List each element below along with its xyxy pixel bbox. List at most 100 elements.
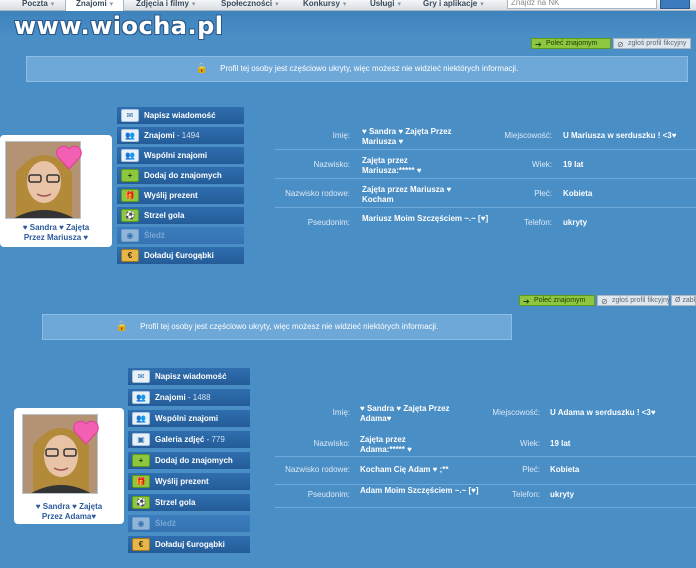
top-navigation: Poczta ▾ Znajomi ▾ Zdjęcia i filmy ▾ Społec… <box>0 0 696 12</box>
label-telefon: Telefon: <box>511 490 540 499</box>
value-nazwisko-rodowe: Zajęta przez Mariusza ♥ Kocham <box>362 185 452 204</box>
tab-label: Gry i aplikacje <box>423 0 478 8</box>
lock-icon: 🔒 <box>195 63 209 74</box>
tab-poczta[interactable]: Poczta ▾ <box>22 0 54 11</box>
tab-konkursy[interactable]: Konkursy ▾ <box>303 0 346 11</box>
menu-label: Galeria zdjęć <box>155 435 205 444</box>
menu-mutual-friends[interactable]: 👥 Wspólni znajomi <box>117 147 244 165</box>
menu-label: Doładuj €urogąbki <box>144 251 214 260</box>
menu-mutual-friends[interactable]: 👥 Wspólni znajomi <box>128 410 250 428</box>
lock-icon: 🔒 <box>115 321 129 332</box>
people-icon: 👥 <box>121 129 139 142</box>
button-label: Poleć znajomym <box>546 40 598 47</box>
people-icon: 👥 <box>121 149 139 162</box>
value-plec: Kobieta <box>550 465 580 474</box>
menu-score-goal[interactable]: ⚽ Strzel gola <box>117 207 244 225</box>
follow-icon: ◉ <box>121 229 139 242</box>
coin-icon: € <box>121 249 139 262</box>
label-imie: Imię: <box>332 408 350 417</box>
chevron-down-icon: ▾ <box>480 1 484 8</box>
button-label: Ø zabl <box>675 297 696 304</box>
avatar-card: ♥ Sandra ♥ Zajęta Przez Mariusza ♥ <box>0 135 112 247</box>
button-label: Poleć znajomym <box>534 297 586 304</box>
menu-label: Śledź <box>144 231 165 240</box>
label-pseudonim: Pseudonim: <box>307 218 350 227</box>
chevron-down-icon: ▾ <box>191 1 196 8</box>
report-fake-button[interactable]: ⊘ zgłoś profil fikcyjny <box>597 295 671 306</box>
menu-label: Dodaj do znajomych <box>144 171 222 180</box>
people-icon: 👥 <box>132 412 150 425</box>
label-nazwisko-rodowe: Nazwisko rodowe: <box>285 189 350 198</box>
menu-topup[interactable]: € Doładuj €urogąbki <box>117 247 244 265</box>
menu-photo-gallery[interactable]: ▣ Galeria zdjęć - 779 <box>128 431 250 449</box>
notice-text: Profil tej osoby jest częściowo ukryty, … <box>220 64 519 73</box>
menu-label: Wspólni znajomi <box>155 414 219 423</box>
report-icon: ⊘ <box>617 40 624 49</box>
coin-icon: € <box>132 538 150 551</box>
heart-icon <box>55 143 83 171</box>
gallery-count: - 779 <box>204 435 225 444</box>
tab-gry[interactable]: Gry i aplikacje ▾ <box>423 0 484 11</box>
gift-icon: 🎁 <box>132 475 150 488</box>
hidden-profile-notice: 🔒 Profil tej osoby jest częściowo ukryty,… <box>42 314 512 340</box>
value-telefon: ukryty <box>563 218 588 227</box>
menu-label: Śledź <box>155 519 176 528</box>
search-input[interactable]: Znajdź na NK <box>507 0 657 9</box>
menu-friends[interactable]: 👥 Znajomi - 1494 <box>117 127 244 145</box>
menu-follow: ◉ Śledź <box>128 515 250 533</box>
chevron-down-icon: ▾ <box>109 1 114 8</box>
value-wiek: 19 lat <box>563 160 584 169</box>
value-nazwisko: Zajęta przez Adama:***** ♥ <box>360 435 412 454</box>
people-icon: 👥 <box>132 391 150 404</box>
tab-label: Konkursy <box>303 0 340 8</box>
menu-topup[interactable]: € Doładuj €urogąbki <box>128 536 250 554</box>
button-label: zgłoś profil fikcyjny <box>612 297 671 304</box>
menu-score-goal[interactable]: ⚽ Strzel gola <box>128 494 250 512</box>
gallery-icon: ▣ <box>132 433 150 446</box>
search-button[interactable] <box>660 0 690 9</box>
menu-send-gift[interactable]: 🎁 Wyślij prezent <box>117 187 244 205</box>
menu-write-message[interactable]: ✉ Napisz wiadomość <box>117 107 244 125</box>
menu-follow: ◉ Śledź <box>117 227 244 245</box>
add-friend-icon: + <box>121 169 139 182</box>
tab-uslugi[interactable]: Usługi ▾ <box>370 0 401 11</box>
label-wiek: Wiek: <box>532 160 552 169</box>
ball-icon: ⚽ <box>121 209 139 222</box>
chevron-down-icon: ▾ <box>275 1 279 8</box>
chevron-down-icon: ▾ <box>342 1 347 8</box>
tab-spolecznosci[interactable]: Społeczności ▾ <box>221 0 279 11</box>
menu-write-message[interactable]: ✉ Napisz wiadomość <box>128 368 250 386</box>
label-plec: Płeć: <box>522 465 540 474</box>
button-label: zgłoś profil fikcyjny <box>628 40 687 47</box>
value-imie: ♥ Sandra ♥ Zajęta Przez Mariusza ♥ <box>362 127 452 146</box>
menu-add-friend[interactable]: + Dodaj do znajomych <box>128 452 250 470</box>
value-plec: Kobieta <box>563 189 593 198</box>
add-friend-icon: ➔ <box>535 40 542 49</box>
menu-add-friend[interactable]: + Dodaj do znajomych <box>117 167 244 185</box>
menu-send-gift[interactable]: 🎁 Wyślij prezent <box>128 473 250 491</box>
hidden-profile-notice: 🔒 Profil tej osoby jest częściowo ukryty,… <box>26 56 688 82</box>
tab-label: Usługi <box>370 0 395 8</box>
report-icon: ⊘ <box>601 297 608 306</box>
menu-label: Wyślij prezent <box>144 191 198 200</box>
menu-label: Znajomi <box>155 393 186 402</box>
menu-label: Napisz wiadomość <box>144 111 216 120</box>
block-button[interactable]: Ø zabl <box>671 295 696 306</box>
menu-label: Napisz wiadomość <box>155 372 227 381</box>
friends-count: - 1494 <box>174 131 200 140</box>
label-nazwisko: Nazwisko: <box>313 160 350 169</box>
report-fake-button[interactable]: ⊘ zgłoś profil fikcyjny <box>613 38 691 49</box>
recommend-button[interactable]: ➔ Poleć znajomym <box>519 295 595 306</box>
gift-icon: 🎁 <box>121 189 139 202</box>
avatar-card: ♥ Sandra ♥ Zajęta Przez Adama♥ <box>14 408 124 524</box>
ball-icon: ⚽ <box>132 496 150 509</box>
menu-friends[interactable]: 👥 Znajomi - 1488 <box>128 389 250 407</box>
value-wiek: 19 lat <box>550 439 571 448</box>
profile-name-line2: Przez Mariusza ♥ <box>23 233 89 242</box>
value-miejscowosc: U Mariusza w serduszku ! <3♥ <box>563 131 677 140</box>
tab-zdjecia[interactable]: Zdjęcia i filmy ▾ <box>136 0 195 11</box>
recommend-button[interactable]: ➔ Poleć znajomym <box>531 38 611 49</box>
notice-text: Profil tej osoby jest częściowo ukryty, … <box>140 322 439 331</box>
menu-label: Strzel gola <box>155 498 196 507</box>
label-pseudonim: Pseudonim: <box>307 490 350 499</box>
